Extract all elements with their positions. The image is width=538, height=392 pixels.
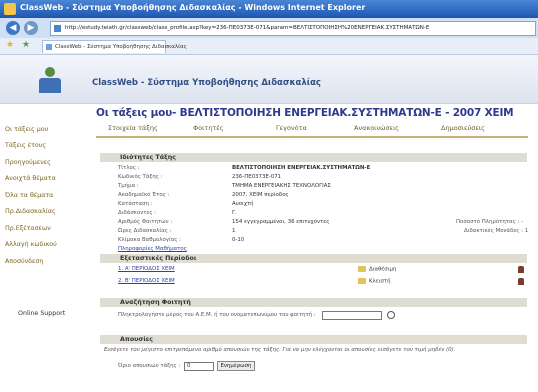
app-header: ClassWeb - Σύστημα Υποβοήθησης Διδασκαλί… [0, 55, 538, 104]
field-value: ΒΕΛΤΙΣΤΟΠΟΙΗΣΗ ΕΝΕΡΓΕΙΑΚ.ΣΥΣΤΗΜΑΤΩΝ-Ε [232, 165, 371, 171]
window-title: ClassWeb - Σύστημα Υποβοήθησης Διδασκαλί… [20, 3, 366, 12]
section-header: Αναζήτηση Φοιτητή [100, 298, 527, 307]
add-favorites-icon[interactable]: ★ [22, 40, 30, 50]
section-header: Εξεταστικές Περίοδοι [100, 254, 527, 263]
exam-period-status[interactable]: Διαθέσιμη [358, 266, 396, 273]
page-icon [54, 25, 61, 32]
field-value: 236-ΠΕ0373Ε-071 [232, 174, 282, 180]
tab-row: ★ ★ ClassWeb - Σύστημα Υποβοήθησης Διδασ… [0, 38, 538, 55]
subtab-divider [96, 136, 528, 138]
field-value: 154 εγγεγραμμένοι, 36 επιτυχόντες [232, 219, 330, 225]
student-search-input[interactable] [322, 311, 382, 320]
folder-icon [358, 266, 366, 272]
back-button[interactable]: ◀ [6, 21, 20, 35]
fill-rate-label: Ποσοστό Πληρότητας : - [456, 219, 523, 225]
sidebar-item-exam-schedule[interactable]: Πρ.Εξέτασεων [5, 225, 51, 232]
sidebar-item-year-classes[interactable]: Τάξεις έτους [5, 142, 46, 149]
field-value: Ανοιχτή [232, 201, 254, 207]
field-label: Τίτλος : [118, 165, 140, 171]
field-value: 1 [232, 228, 236, 234]
field-label: Κλίμακα Βαθμολογίας : [118, 237, 182, 243]
sidebar-item-all-topics[interactable]: Όλα τα θέματα [5, 192, 53, 199]
address-bar[interactable]: http://estudy.teiath.gr/classweb/class_p… [50, 21, 536, 36]
subtab-events[interactable]: Γεγονότα [276, 124, 307, 132]
absences-limit-label: Όριο απουσιών τάξης : [118, 363, 181, 369]
field-label: Τμήμα : [118, 183, 139, 189]
forward-button[interactable]: ▶ [24, 21, 38, 35]
exam-period-link[interactable]: 1. Α' ΠΕΡΙΟΔΟΣ ΧΕΙΜ [118, 266, 175, 272]
sidebar-item-logout[interactable]: Αποσύνδεση [5, 258, 43, 265]
app-title: ClassWeb - Σύστημα Υποβοήθησης Διδασκαλί… [92, 78, 321, 88]
person-icon[interactable] [518, 278, 524, 285]
subtab-class-info[interactable]: Στοιχεία τάξης [108, 124, 158, 132]
tab-label: ClassWeb - Σύστημα Υποβοήθησης Διδασκαλί… [55, 44, 187, 50]
subtab-students[interactable]: Φοιτητές [193, 124, 224, 132]
field-value: 2007, ΧΕΙΜ περίοδος [232, 192, 289, 198]
sidebar-item-teaching-schedule[interactable]: Πρ.Διδασκαλίας [5, 208, 56, 215]
url-text: http://estudy.teiath.gr/classweb/class_p… [65, 25, 430, 31]
field-value: ΤΜΗΜΑ ΕΝΕΡΓΕΙΑΚΗΣ ΤΕΧΝΟΛΟΓΙΑΣ [232, 183, 331, 189]
sidebar-item-open-topics[interactable]: Ανοιχτά θέματα [5, 175, 56, 182]
search-icon[interactable] [387, 311, 395, 319]
browser-tab[interactable]: ClassWeb - Σύστημα Υποβοήθησης Διδασκαλί… [42, 40, 187, 53]
field-label: Κατάσταση : [118, 201, 153, 207]
exam-period-link[interactable]: 2. Β' ΠΕΡΙΟΔΟΣ ΧΕΙΜ [118, 278, 175, 284]
title-bar: ClassWeb - Σύστημα Υποβοήθησης Διδασκαλί… [0, 0, 538, 18]
field-label: Διδάσκοντες : [118, 210, 157, 216]
sidebar-item-change-password[interactable]: Αλλαγή κωδικού [5, 241, 57, 248]
field-label: Κωδικός Τάξης : [118, 174, 163, 180]
logo-icon [36, 67, 64, 93]
web-page: ClassWeb - Σύστημα Υποβοήθησης Διδασκαλί… [0, 55, 538, 392]
subtab-announcements[interactable]: Ανακοινώσεις [354, 124, 399, 132]
ie-icon [4, 3, 16, 15]
subtab-publications[interactable]: Δημοσιεύσεις [441, 124, 485, 132]
course-subtabs: Στοιχεία τάξης Φοιτητές Γεγονότα Ανακοιν… [96, 124, 526, 135]
folder-icon [358, 278, 366, 284]
address-row: ◀ ▶ http://estudy.teiath.gr/classweb/cla… [0, 18, 538, 39]
absences-description: Εισάγετε τον μέγιστο επιτρεπόμενο αριθμό… [104, 347, 456, 353]
sidebar-item-my-classes[interactable]: Οι τάξεις μου [5, 126, 48, 133]
browser-window: ClassWeb - Σύστημα Υποβοήθησης Διδασκαλί… [0, 0, 538, 392]
sidebar-item-previous[interactable]: Προηγούμενες [5, 159, 51, 166]
field-value: 0-10 [232, 237, 245, 243]
section-header: Απουσίες [100, 335, 527, 344]
absences-limit-input[interactable]: 0 [184, 362, 214, 371]
favorites-star-icon[interactable]: ★ [6, 40, 14, 50]
course-info-link[interactable]: Πληροφορίες Μαθήματος [118, 246, 187, 252]
course-title: Οι τάξεις μου- ΒΕΛΤΙΣΤΟΠΟΙΗΣΗ ΕΝΕΡΓΕΙΑΚ.… [96, 107, 514, 119]
field-label: Αριθμός Φοιτητών : [118, 219, 173, 225]
online-support-link[interactable]: Online Support [18, 310, 65, 317]
search-label: Πληκτρολογήστε μέρος του Α.Ε.Μ. ή του ον… [118, 312, 316, 318]
field-label: Ακαδημαϊκό Έτος : [118, 192, 170, 198]
tab-icon [46, 44, 52, 50]
exam-period-status[interactable]: Κλειστή [358, 278, 391, 285]
field-label: Ώρες Διδασκαλίας : [118, 228, 172, 234]
update-button[interactable]: Ενημέρωση [217, 361, 255, 371]
field-value: Γ. [232, 210, 237, 216]
person-icon[interactable] [518, 266, 524, 273]
credits-label: Διδακτικές Μονάδες : 1 [464, 228, 529, 234]
section-header: Ιδιότητες Τάξης [100, 153, 527, 162]
